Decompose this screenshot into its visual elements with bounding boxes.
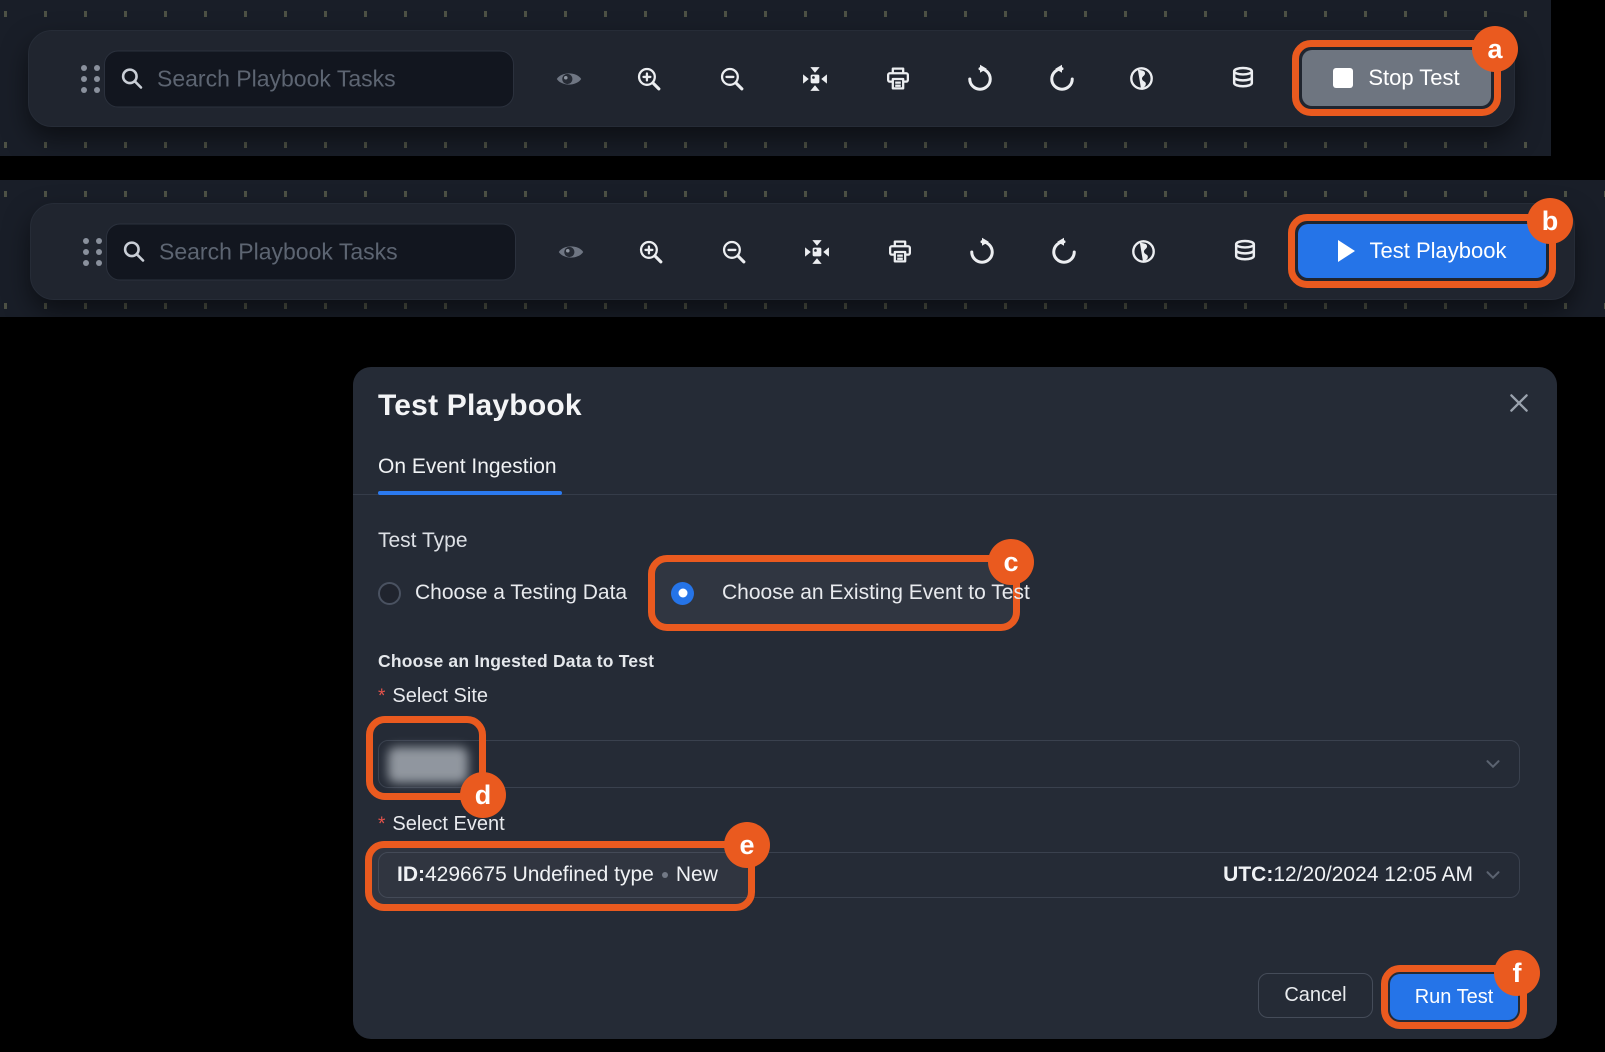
- drag-handle-icon[interactable]: [83, 238, 102, 266]
- drag-handle-icon[interactable]: [81, 65, 100, 93]
- stop-test-button[interactable]: Stop Test: [1302, 50, 1491, 106]
- globe-icon[interactable]: [1120, 229, 1166, 275]
- annotation-badge-f: f: [1494, 950, 1540, 996]
- grid-dots: [4, 303, 1605, 309]
- print-icon[interactable]: [875, 56, 921, 102]
- stop-test-label: Stop Test: [1368, 65, 1459, 91]
- event-selected-value: ID:4296675 Undefined typeNew: [397, 863, 718, 887]
- radio-selected-icon[interactable]: [671, 582, 694, 605]
- annotation-ring-c: Choose an Existing Event to Test c: [648, 555, 1020, 631]
- close-icon[interactable]: [1503, 387, 1535, 419]
- zoom-in-icon[interactable]: [628, 229, 674, 275]
- database-icon[interactable]: [1222, 229, 1268, 275]
- radio-choose-testing-data[interactable]: Choose a Testing Data: [378, 570, 627, 616]
- search-icon: [119, 66, 145, 92]
- dialog-title: Test Playbook: [378, 389, 582, 423]
- test-playbook-label: Test Playbook: [1370, 238, 1507, 264]
- globe-icon[interactable]: [1118, 56, 1164, 102]
- cancel-button[interactable]: Cancel: [1258, 973, 1373, 1018]
- preview-eye-icon[interactable]: [548, 229, 594, 275]
- grid-dots: [4, 11, 1551, 17]
- screenshot-canvas: Stop Test a: [0, 0, 1605, 1052]
- redo-rotate-cw-icon[interactable]: [959, 229, 1005, 275]
- annotation-badge-a: a: [1472, 26, 1518, 72]
- grid-dots: [4, 191, 1605, 197]
- annotation-ring-f: Run Test f: [1381, 965, 1527, 1029]
- required-asterisk: *: [378, 814, 385, 835]
- undo-rotate-ccw-icon[interactable]: [1039, 56, 1085, 102]
- stop-icon: [1333, 68, 1353, 88]
- active-tab-underline: [378, 491, 562, 495]
- search-box: [106, 223, 516, 280]
- search-input[interactable]: [159, 238, 501, 265]
- event-select[interactable]: ID:4296675 Undefined typeNew UTC:12/20/2…: [378, 852, 1520, 898]
- preview-eye-icon[interactable]: [546, 56, 592, 102]
- fit-to-view-icon[interactable]: [792, 56, 838, 102]
- site-select[interactable]: [378, 740, 1520, 788]
- select-event-label: *Select Event: [378, 813, 505, 836]
- grid-dots: [4, 142, 1551, 148]
- test-type-label: Test Type: [378, 529, 468, 553]
- print-icon[interactable]: [877, 229, 923, 275]
- fit-to-view-icon[interactable]: [794, 229, 840, 275]
- chevron-down-icon: [1482, 864, 1504, 886]
- play-icon: [1338, 240, 1355, 262]
- search-box: [104, 50, 514, 107]
- required-asterisk: *: [378, 686, 385, 707]
- redacted-site-value: [388, 747, 468, 783]
- undo-rotate-ccw-icon[interactable]: [1041, 229, 1087, 275]
- chevron-down-icon: [1482, 753, 1504, 775]
- radio-choose-existing-event[interactable]: Choose an Existing Event to Test: [671, 581, 1030, 605]
- annotation-ring-a: Stop Test a: [1292, 40, 1501, 116]
- search-icon: [121, 239, 147, 265]
- test-playbook-button[interactable]: Test Playbook: [1298, 224, 1546, 278]
- annotation-badge-c: c: [988, 539, 1034, 585]
- test-playbook-dialog: Test Playbook On Event Ingestion Test Ty…: [353, 367, 1557, 1039]
- event-utc-timestamp: UTC:12/20/2024 12:05 AM: [1223, 863, 1473, 887]
- redo-rotate-cw-icon[interactable]: [957, 56, 1003, 102]
- toolbar-strip-stop-test: Stop Test a: [0, 0, 1551, 156]
- playbook-toolbar: Test Playbook b: [30, 203, 1575, 300]
- zoom-out-icon[interactable]: [709, 56, 755, 102]
- annotation-badge-b: b: [1527, 198, 1573, 244]
- zoom-out-icon[interactable]: [711, 229, 757, 275]
- radio-unselected-icon[interactable]: [378, 582, 401, 605]
- status-dot-separator: [662, 872, 668, 878]
- toolbar-strip-test-playbook: Test Playbook b: [0, 180, 1605, 317]
- playbook-toolbar: Stop Test a: [28, 30, 1515, 127]
- tab-on-event-ingestion[interactable]: On Event Ingestion: [378, 455, 557, 479]
- select-site-label: *Select Site: [378, 685, 488, 708]
- database-icon[interactable]: [1220, 56, 1266, 102]
- zoom-in-icon[interactable]: [626, 56, 672, 102]
- ingested-data-section-label: Choose an Ingested Data to Test: [378, 651, 654, 672]
- annotation-ring-b: Test Playbook b: [1288, 214, 1556, 288]
- search-input[interactable]: [157, 65, 499, 92]
